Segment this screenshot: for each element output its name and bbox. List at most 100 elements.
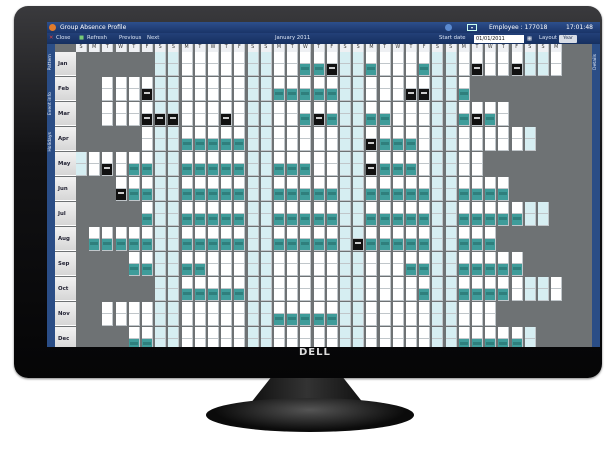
day-cell[interactable]	[155, 239, 167, 251]
day-cell[interactable]	[551, 114, 563, 126]
day-cell[interactable]	[524, 327, 536, 339]
day-cell[interactable]	[472, 239, 483, 251]
day-cell[interactable]	[353, 139, 365, 151]
day-cell[interactable]	[260, 139, 272, 151]
day-cell[interactable]	[274, 202, 285, 214]
day-cell[interactable]	[287, 52, 299, 64]
day-cell[interactable]	[168, 164, 180, 176]
day-cell[interactable]	[155, 264, 167, 276]
day-cell[interactable]	[379, 277, 391, 289]
day-cell[interactable]	[115, 314, 127, 326]
day-cell[interactable]	[168, 177, 180, 189]
day-cell[interactable]	[89, 127, 101, 139]
day-cell[interactable]	[498, 327, 510, 339]
day-cell[interactable]	[194, 227, 206, 239]
day-cell[interactable]	[208, 164, 219, 176]
day-cell[interactable]	[128, 314, 140, 326]
day-cell[interactable]	[208, 189, 219, 201]
day-cell[interactable]	[498, 89, 510, 101]
day-cell[interactable]	[115, 264, 127, 276]
day-cell[interactable]	[353, 77, 365, 89]
day-cell[interactable]	[194, 339, 206, 347]
day-cell[interactable]	[155, 127, 167, 139]
day-cell[interactable]	[287, 339, 299, 347]
day-cell[interactable]	[102, 177, 114, 189]
day-cell[interactable]	[287, 239, 299, 251]
day-cell[interactable]	[234, 177, 246, 189]
dropdown-icon[interactable]: ▾	[467, 24, 477, 31]
day-cell[interactable]	[524, 339, 536, 347]
day-cell[interactable]	[115, 89, 127, 101]
day-cell[interactable]	[221, 152, 233, 164]
day-cell[interactable]	[300, 289, 312, 301]
day-cell[interactable]	[287, 77, 299, 89]
day-cell[interactable]	[472, 189, 483, 201]
day-cell[interactable]	[432, 227, 444, 239]
day-cell[interactable]	[287, 327, 299, 339]
day-cell[interactable]	[89, 114, 101, 126]
day-cell[interactable]	[260, 302, 272, 314]
day-cell[interactable]	[458, 177, 470, 189]
day-cell[interactable]	[89, 52, 101, 64]
day-cell[interactable]	[313, 114, 325, 126]
day-cell[interactable]	[353, 102, 365, 114]
day-cell[interactable]	[340, 77, 351, 89]
day-cell[interactable]	[379, 239, 391, 251]
day-cell[interactable]	[485, 264, 497, 276]
day-cell[interactable]	[234, 202, 246, 214]
day-cell[interactable]	[208, 339, 219, 347]
day-cell[interactable]	[538, 277, 549, 289]
day-cell[interactable]	[419, 289, 431, 301]
day-cell[interactable]	[340, 327, 351, 339]
day-cell[interactable]	[247, 214, 259, 226]
day-cell[interactable]	[194, 114, 206, 126]
day-cell[interactable]	[445, 77, 457, 89]
day-cell[interactable]	[194, 252, 206, 264]
day-cell[interactable]	[115, 164, 127, 176]
day-cell[interactable]	[300, 227, 312, 239]
day-cell[interactable]	[274, 227, 285, 239]
day-cell[interactable]	[102, 114, 114, 126]
day-cell[interactable]	[524, 214, 536, 226]
day-cell[interactable]	[353, 339, 365, 347]
day-cell[interactable]	[498, 339, 510, 347]
day-cell[interactable]	[89, 102, 101, 114]
day-cell[interactable]	[102, 64, 114, 76]
day-cell[interactable]	[247, 89, 259, 101]
day-cell[interactable]	[353, 152, 365, 164]
day-cell[interactable]	[472, 302, 483, 314]
day-cell[interactable]	[234, 114, 246, 126]
day-cell[interactable]	[300, 64, 312, 76]
day-cell[interactable]	[221, 127, 233, 139]
day-cell[interactable]	[234, 189, 246, 201]
day-cell[interactable]	[445, 277, 457, 289]
day-cell[interactable]	[511, 127, 523, 139]
day-cell[interactable]	[379, 52, 391, 64]
day-cell[interactable]	[472, 52, 483, 64]
sidebar-item-event-info[interactable]: Event info	[48, 92, 53, 115]
day-cell[interactable]	[472, 64, 483, 76]
day-cell[interactable]	[76, 302, 87, 314]
day-cell[interactable]	[313, 264, 325, 276]
day-cell[interactable]	[115, 114, 127, 126]
day-cell[interactable]	[445, 339, 457, 347]
day-cell[interactable]	[115, 77, 127, 89]
day-cell[interactable]	[445, 127, 457, 139]
day-cell[interactable]	[181, 177, 193, 189]
day-cell[interactable]	[313, 202, 325, 214]
day-cell[interactable]	[128, 227, 140, 239]
day-cell[interactable]	[168, 102, 180, 114]
day-cell[interactable]	[287, 164, 299, 176]
day-cell[interactable]	[313, 89, 325, 101]
day-cell[interactable]	[392, 277, 404, 289]
day-cell[interactable]	[234, 139, 246, 151]
day-cell[interactable]	[366, 89, 378, 101]
day-cell[interactable]	[511, 339, 523, 347]
day-cell[interactable]	[155, 202, 167, 214]
day-cell[interactable]	[76, 214, 87, 226]
day-cell[interactable]	[392, 139, 404, 151]
day-cell[interactable]	[366, 239, 378, 251]
day-cell[interactable]	[168, 77, 180, 89]
day-cell[interactable]	[142, 52, 153, 64]
day-cell[interactable]	[353, 277, 365, 289]
